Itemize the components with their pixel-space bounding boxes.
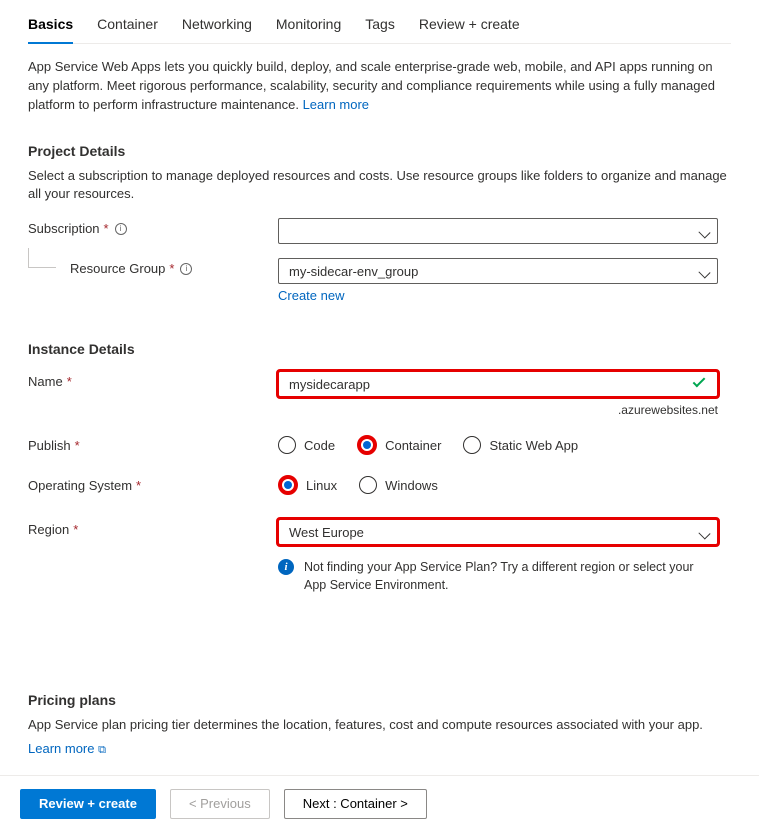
required-marker: * (169, 261, 174, 276)
name-label: Name (28, 374, 63, 389)
region-label: Region (28, 522, 69, 537)
pricing-desc: App Service plan pricing tier determines… (28, 716, 731, 735)
external-link-icon: ⧉ (98, 744, 106, 756)
info-icon[interactable]: i (115, 223, 127, 235)
info-icon: i (278, 559, 294, 575)
project-details-desc: Select a subscription to manage deployed… (28, 167, 731, 205)
subscription-dropdown[interactable] (278, 218, 718, 244)
intro-learn-more-link[interactable]: Learn more (303, 97, 369, 112)
intro-text: App Service Web Apps lets you quickly bu… (28, 58, 731, 115)
tab-networking[interactable]: Networking (182, 16, 252, 43)
os-radio-windows[interactable]: Windows (359, 476, 438, 494)
region-dropdown[interactable]: West Europe (278, 519, 718, 545)
required-marker: * (73, 522, 78, 537)
required-marker: * (136, 478, 141, 493)
project-details-heading: Project Details (28, 143, 731, 159)
tab-monitoring[interactable]: Monitoring (276, 16, 341, 43)
domain-suffix: .azurewebsites.net (278, 403, 718, 417)
resource-group-dropdown[interactable]: my-sidecar-env_group (278, 258, 718, 284)
required-marker: * (67, 374, 72, 389)
wizard-tabs: Basics Container Networking Monitoring T… (28, 0, 731, 44)
required-marker: * (75, 438, 80, 453)
tab-basics[interactable]: Basics (28, 16, 73, 44)
info-icon[interactable]: i (180, 263, 192, 275)
pricing-heading: Pricing plans (28, 692, 731, 708)
tab-tags[interactable]: Tags (365, 16, 395, 43)
publish-label: Publish (28, 438, 71, 453)
region-hint-text: Not finding your App Service Plan? Try a… (304, 559, 718, 594)
publish-radio-code[interactable]: Code (278, 436, 335, 454)
publish-radio-swa[interactable]: Static Web App (463, 436, 578, 454)
resource-group-label: Resource Group (70, 261, 165, 276)
subscription-label: Subscription (28, 221, 100, 236)
required-marker: * (104, 221, 109, 236)
tab-container[interactable]: Container (97, 16, 158, 43)
tab-review[interactable]: Review + create (419, 16, 520, 43)
pricing-learn-more-link[interactable]: Learn more ⧉ (28, 741, 106, 756)
review-create-button[interactable]: Review + create (20, 789, 156, 819)
checkmark-icon (693, 375, 706, 388)
instance-details-heading: Instance Details (28, 341, 731, 357)
wizard-footer: Review + create < Previous Next : Contai… (0, 775, 759, 831)
os-radio-linux[interactable]: Linux (278, 475, 337, 495)
next-button[interactable]: Next : Container > (284, 789, 427, 819)
previous-button: < Previous (170, 789, 270, 819)
os-label: Operating System (28, 478, 132, 493)
rg-create-new-link[interactable]: Create new (278, 288, 344, 303)
name-input[interactable]: mysidecarapp (278, 371, 718, 397)
publish-radio-container[interactable]: Container (357, 435, 441, 455)
